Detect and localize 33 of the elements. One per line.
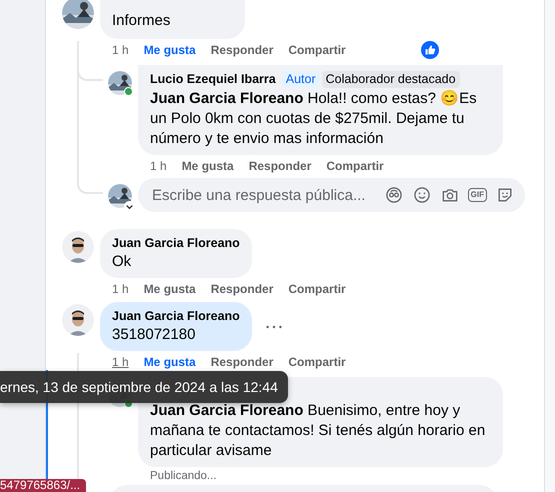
share-link[interactable]: Compartir xyxy=(288,355,346,369)
share-link[interactable]: Compartir xyxy=(288,282,346,296)
timestamp-link[interactable]: 1 h xyxy=(112,43,129,57)
emoji-icon[interactable] xyxy=(412,185,432,205)
comment-text: Juan Garcia Floreano Hola!! como estas? 😊Es un Polo 0km con cuotas de $275mil. Dejame tu número y te envio mas información xyxy=(150,89,478,149)
author-name[interactable]: Lucio Ezequiel Ibarra xyxy=(150,71,276,88)
share-link[interactable]: Compartir xyxy=(288,43,346,57)
author-name[interactable]: Juan Garcia Floreano xyxy=(112,235,240,252)
contributor-badge: Colaborador destacado xyxy=(322,71,460,88)
reply-link[interactable]: Responder xyxy=(210,282,274,296)
like-link[interactable]: Me gusta xyxy=(144,282,196,296)
timestamp-link[interactable]: 1 h xyxy=(112,282,129,296)
reply-link[interactable]: Responder xyxy=(210,43,274,57)
author-badge: Autor xyxy=(282,71,320,88)
timestamp-link[interactable]: 1 h xyxy=(150,159,167,173)
like-link[interactable]: Me gusta xyxy=(182,159,234,173)
comment-text: Ok xyxy=(112,252,132,272)
share-link[interactable]: Compartir xyxy=(326,159,384,173)
chevron-icon[interactable] xyxy=(124,201,135,212)
comment-text: Informes xyxy=(112,11,172,31)
reply-link[interactable]: Responder xyxy=(210,355,274,369)
reply-link[interactable]: Responder xyxy=(248,159,312,173)
comment-text: Juan Garcia Floreano Buenisimo, entre hoy y mañana te contactamos! Si tenés algún horario en particular avisame xyxy=(150,401,486,461)
comment-text: 3518072180 xyxy=(112,325,196,345)
tooltip: ernes, 13 de septiembre de 2024 a las 12:44 xyxy=(0,371,288,403)
author-name[interactable]: Juan Garcia Floreano xyxy=(112,308,240,325)
avatar-sticker-icon[interactable] xyxy=(384,185,404,205)
timestamp-link[interactable]: 1 h xyxy=(112,355,129,369)
like-link[interactable]: Me gusta xyxy=(144,43,196,57)
reply-field[interactable]: Escribe una respuesta pública... GIF xyxy=(138,178,525,212)
like-link[interactable]: Me gusta xyxy=(144,355,196,369)
posting-status: Publicando... xyxy=(149,469,218,483)
gif-button[interactable]: GIF xyxy=(468,188,487,202)
